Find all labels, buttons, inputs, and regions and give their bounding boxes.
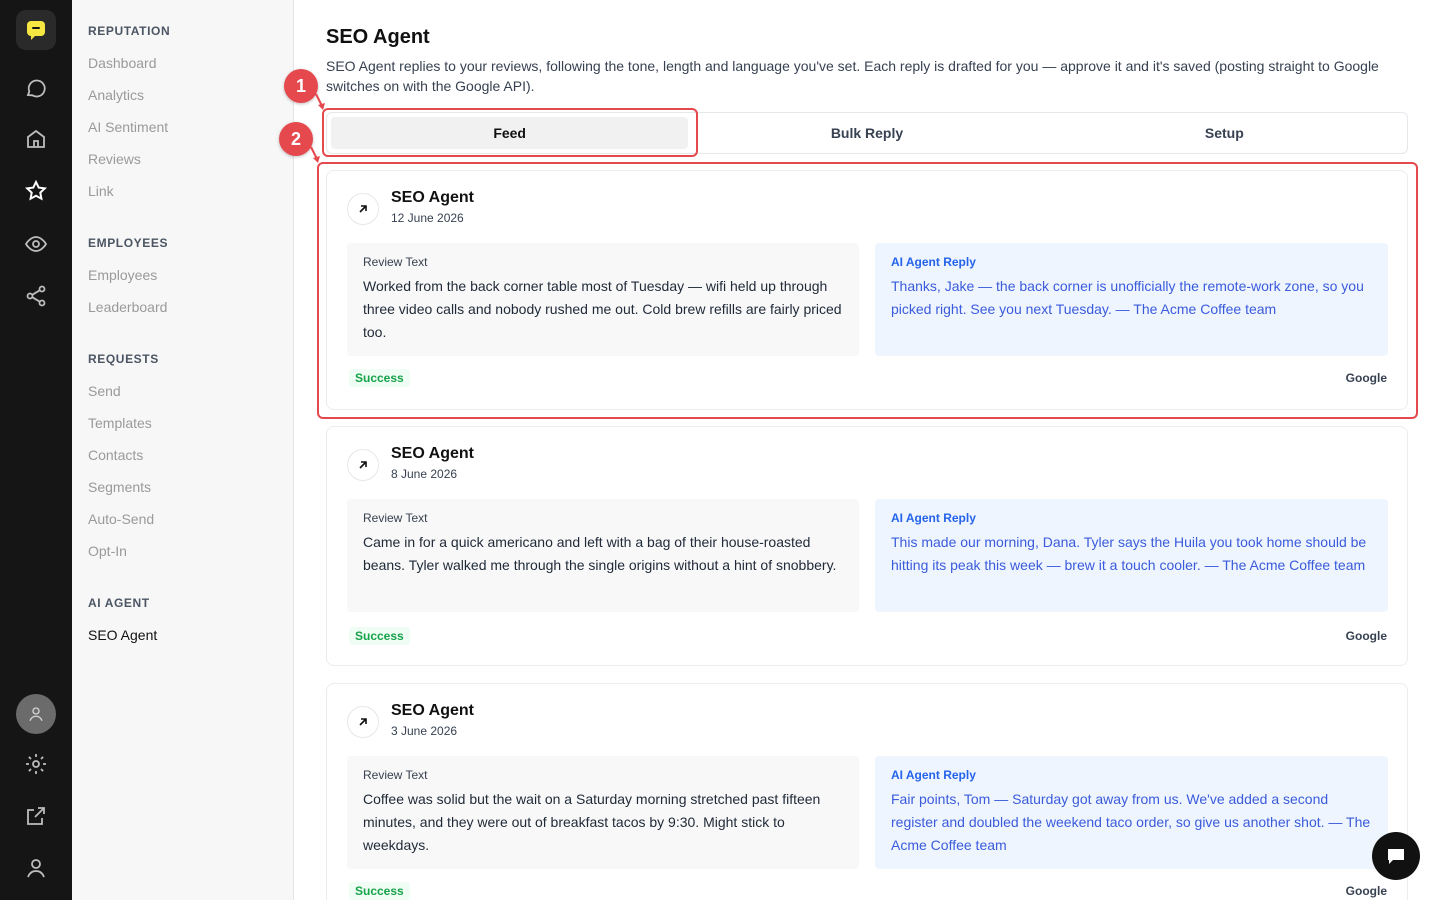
arrow-up-right-icon[interactable] [347, 193, 379, 225]
review-label: Review Text [363, 255, 428, 269]
feed-card: SEO Agent 3 June 2026 Review Text Coffee… [326, 683, 1408, 900]
sidebar-item-auto-send[interactable]: Auto-Send [88, 511, 154, 527]
reply-box: AI Agent Reply This made our morning, Da… [875, 499, 1388, 612]
reply-text: This made our morning, Dana. Tyler says … [891, 534, 1367, 573]
card-author: SEO Agent [391, 189, 474, 206]
settings-icon[interactable] [18, 746, 54, 782]
sidebar-item-templates[interactable]: Templates [88, 415, 152, 431]
chat-launcher-icon[interactable] [1372, 832, 1420, 880]
annotation-arrow-2 [310, 146, 320, 163]
annotation-arrow-1 [315, 93, 325, 110]
sidebar-item-reviews[interactable]: Reviews [88, 151, 141, 167]
icon-rail [0, 0, 72, 900]
review-label: Review Text [363, 511, 428, 525]
sidebar-item-employees[interactable]: Employees [88, 267, 157, 283]
card-author: SEO Agent [391, 445, 474, 462]
review-box: Review Text Coffee was solid but the wai… [347, 756, 859, 869]
eye-icon[interactable] [18, 226, 54, 262]
reply-box: AI Agent Reply Fair points, Tom — Saturd… [875, 756, 1388, 869]
sidebar-section-title: EMPLOYEES [88, 236, 169, 250]
sidebar-section-title: REQUESTS [88, 352, 159, 366]
tab-bar: Feed Bulk Reply Setup [326, 112, 1408, 154]
reply-label: AI Agent Reply [891, 768, 976, 782]
reply-label: AI Agent Reply [891, 255, 976, 269]
sidebar-item-link[interactable]: Link [88, 183, 114, 199]
sidebar-item-segments[interactable]: Segments [88, 479, 151, 495]
sidebar-item-analytics[interactable]: Analytics [88, 87, 144, 103]
avatar-icon[interactable] [16, 694, 56, 734]
review-box: Review Text Came in for a quick american… [347, 499, 859, 612]
feed-card: SEO Agent 8 June 2026 Review Text Came i… [326, 426, 1408, 666]
reply-box: AI Agent Reply Thanks, Jake — the back c… [875, 243, 1388, 356]
source-label: Google [1345, 371, 1387, 385]
status-badge: Success [349, 627, 410, 645]
sidebar-item-contacts[interactable]: Contacts [88, 447, 143, 463]
tab-setup[interactable]: Setup [1046, 117, 1403, 149]
arrow-up-right-icon[interactable] [347, 449, 379, 481]
review-text: Coffee was solid but the wait on a Satur… [363, 791, 821, 853]
logo-icon[interactable] [16, 10, 56, 50]
chat-icon[interactable] [18, 70, 54, 106]
card-author: SEO Agent [391, 702, 474, 719]
share-icon[interactable] [18, 278, 54, 314]
sidebar: REPUTATION Dashboard Analytics AI Sentim… [72, 0, 294, 900]
card-date: 8 June 2026 [391, 467, 458, 481]
external-link-icon[interactable] [18, 798, 54, 834]
card-date: 3 June 2026 [391, 724, 458, 738]
star-icon[interactable] [18, 173, 54, 209]
source-label: Google [1345, 629, 1387, 643]
main-content: SEO Agent SEO Agent replies to your revi… [294, 0, 1440, 900]
reply-label: AI Agent Reply [891, 511, 976, 525]
sidebar-section-title: REPUTATION [88, 24, 171, 38]
status-badge: Success [349, 882, 410, 900]
home-icon[interactable] [18, 121, 54, 157]
feed-card: SEO Agent 12 June 2026 Review Text Worke… [326, 170, 1408, 410]
tab-feed[interactable]: Feed [331, 117, 689, 149]
review-label: Review Text [363, 768, 428, 782]
sidebar-item-leaderboard[interactable]: Leaderboard [88, 299, 167, 315]
sidebar-section-title: AI AGENT [88, 596, 150, 610]
review-text: Worked from the back corner table most o… [363, 278, 842, 340]
sidebar-item-dashboard[interactable]: Dashboard [88, 55, 157, 71]
card-date: 12 June 2026 [391, 211, 464, 225]
page-description: SEO Agent replies to your reviews, follo… [326, 58, 1379, 94]
status-badge: Success [349, 369, 410, 387]
sidebar-item-ai-sentiment[interactable]: AI Sentiment [88, 119, 168, 135]
reply-text: Thanks, Jake — the back corner is unoffi… [891, 278, 1364, 317]
sidebar-item-seo-agent[interactable]: SEO Agent [88, 627, 157, 643]
reply-text: Fair points, Tom — Saturday got away fro… [891, 791, 1371, 853]
sidebar-item-send[interactable]: Send [88, 383, 121, 399]
sidebar-item-opt-in[interactable]: Opt-In [88, 543, 127, 559]
page-title: SEO Agent [326, 26, 430, 48]
tab-bulk-reply[interactable]: Bulk Reply [688, 117, 1045, 149]
arrow-up-right-icon[interactable] [347, 706, 379, 738]
review-box: Review Text Worked from the back corner … [347, 243, 859, 356]
source-label: Google [1345, 884, 1387, 898]
user-icon[interactable] [18, 850, 54, 886]
review-text: Came in for a quick americano and left w… [363, 534, 837, 573]
